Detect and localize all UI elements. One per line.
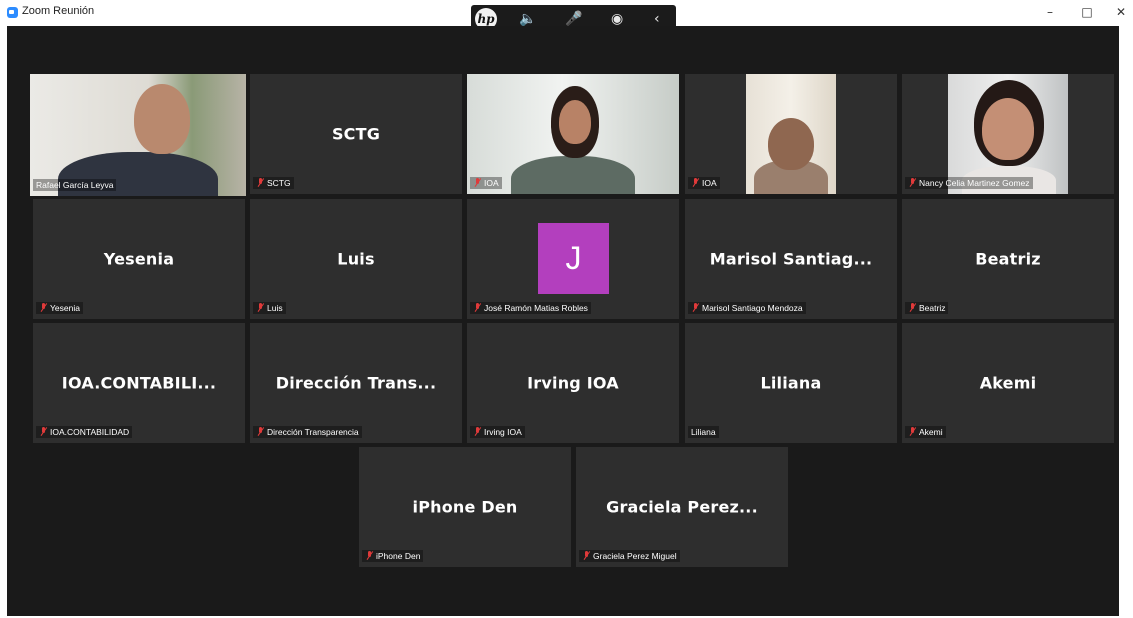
participant-tile[interactable]: Irving IOA Irving IOA: [467, 323, 679, 443]
person-head: [768, 118, 814, 170]
muted-mic-icon: [691, 303, 700, 312]
participant-video: [746, 74, 836, 194]
participant-tile[interactable]: J José Ramón Matias Robles: [467, 199, 679, 319]
window-title: Zoom Reunión: [22, 5, 95, 17]
participant-video: [30, 74, 246, 196]
maximize-icon[interactable]: □: [1077, 3, 1097, 21]
person-head: [134, 84, 190, 154]
participant-tile[interactable]: IOA.CONTABILI... IOA.CONTABILIDAD: [33, 323, 245, 443]
participant-tile[interactable]: Graciela Perez... Graciela Perez Miguel: [576, 447, 788, 567]
close-icon[interactable]: ✕: [1111, 3, 1131, 21]
muted-mic-icon: [256, 178, 265, 187]
participant-display-name: SCTG: [331, 124, 381, 144]
muted-mic-icon: [256, 427, 265, 436]
participant-name-label: Dirección Transparencia: [253, 426, 362, 438]
participant-tile-video[interactable]: Nancy Celia Martinez Gomez: [902, 74, 1114, 194]
participant-tile-video[interactable]: IOA: [467, 74, 679, 194]
participant-tile[interactable]: iPhone Den iPhone Den: [359, 447, 571, 567]
participant-avatar: J: [538, 223, 609, 294]
zoom-app-icon: [7, 7, 18, 18]
person-body: [511, 156, 635, 194]
participant-name-label: Akemi: [905, 426, 946, 438]
participant-display-name: IOA.CONTABILI...: [61, 373, 217, 393]
participant-name-label: Irving IOA: [470, 426, 525, 438]
participant-name-label: Liliana: [688, 426, 719, 438]
participant-name-label: Rafael García Leyva: [33, 179, 117, 191]
participant-display-name: Dirección Trans...: [275, 373, 437, 393]
participant-name-label: Beatriz: [905, 302, 949, 314]
participant-name-label: IOA.CONTABILIDAD: [36, 426, 133, 438]
participant-name-label: SCTG: [253, 177, 294, 189]
participant-name-label: Yesenia: [36, 302, 83, 314]
participant-display-name: Liliana: [760, 373, 822, 393]
meeting-gallery: Rafael García Leyva SCTG SCTG IOA IOA Na…: [7, 26, 1119, 616]
participant-name-label: IOA: [688, 177, 720, 189]
participant-tile-video[interactable]: Rafael García Leyva: [30, 74, 246, 196]
participant-tile[interactable]: Liliana Liliana: [685, 323, 897, 443]
participant-display-name: Luis: [337, 249, 375, 269]
participant-name-label: Marisol Santiago Mendoza: [688, 302, 806, 314]
participant-tile[interactable]: Marisol Santiag... Marisol Santiago Mend…: [685, 199, 897, 319]
muted-mic-icon: [365, 551, 374, 560]
muted-mic-icon: [691, 178, 700, 187]
participant-name-label: José Ramón Matias Robles: [470, 302, 591, 314]
participant-name-label: iPhone Den: [362, 550, 424, 562]
participant-name-label: IOA: [470, 177, 502, 189]
participant-tile[interactable]: Dirección Trans... Dirección Transparenc…: [250, 323, 462, 443]
participant-name-label: Graciela Perez Miguel: [579, 550, 680, 562]
participant-tile[interactable]: Akemi Akemi: [902, 323, 1114, 443]
muted-mic-icon: [39, 303, 48, 312]
participant-display-name: iPhone Den: [412, 497, 518, 517]
participant-display-name: Irving IOA: [527, 373, 619, 393]
participant-video: [948, 74, 1068, 194]
muted-mic-icon: [908, 427, 917, 436]
participant-display-name: Beatriz: [975, 249, 1041, 269]
muted-mic-icon: [473, 427, 482, 436]
muted-mic-icon: [39, 427, 48, 436]
participant-tile-video[interactable]: IOA: [685, 74, 897, 194]
participant-name-label: Luis: [253, 302, 286, 314]
participant-display-name: Marisol Santiag...: [709, 249, 873, 269]
participant-display-name: Yesenia: [103, 249, 175, 269]
person-head: [559, 100, 591, 144]
participant-video: [467, 74, 679, 194]
participant-tile[interactable]: SCTG SCTG: [250, 74, 462, 194]
muted-mic-icon: [582, 551, 591, 560]
muted-mic-icon: [908, 178, 917, 187]
muted-mic-icon: [256, 303, 265, 312]
participant-display-name: Akemi: [979, 373, 1037, 393]
participant-name-label: Nancy Celia Martinez Gomez: [905, 177, 1033, 189]
muted-mic-icon: [473, 178, 482, 187]
participant-tile[interactable]: Beatriz Beatriz: [902, 199, 1114, 319]
muted-mic-icon: [473, 303, 482, 312]
muted-mic-icon: [908, 303, 917, 312]
minimize-icon[interactable]: –: [1040, 3, 1060, 21]
person-head: [982, 98, 1034, 160]
participant-tile[interactable]: Yesenia Yesenia: [33, 199, 245, 319]
participant-tile[interactable]: Luis Luis: [250, 199, 462, 319]
participant-display-name: Graciela Perez...: [606, 497, 758, 517]
